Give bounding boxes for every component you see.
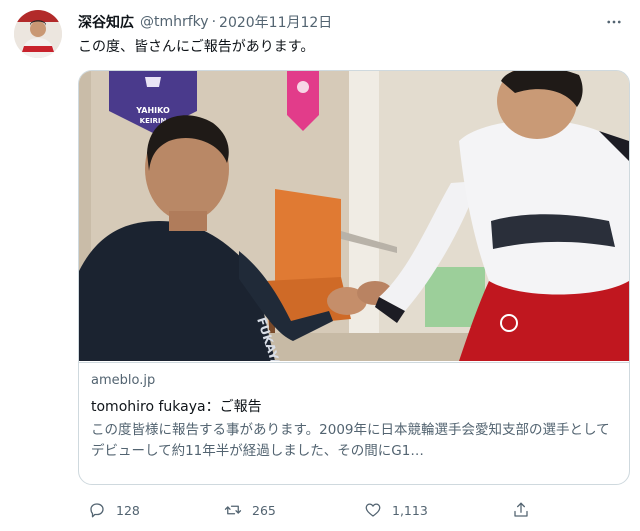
user-handle[interactable]: @tmhrfky [140,14,209,30]
share-button[interactable] [512,499,540,521]
card-domain: ameblo.jp [91,373,156,388]
link-card[interactable]: YAHIKO KEIRIN FUKAYA ameblo.jp tomohiro … [78,70,630,485]
tweet-actions: 128 265 1,113 [78,499,630,521]
card-image[interactable]: YAHIKO KEIRIN FUKAYA [79,71,629,361]
avatar-image [14,10,62,58]
card-photo: YAHIKO KEIRIN FUKAYA [79,71,629,361]
retweet-button[interactable]: 265 [224,499,276,521]
separator-dot: · [211,14,217,30]
like-button[interactable]: 1,113 [364,499,428,521]
heart-icon [365,503,381,517]
reply-button[interactable]: 128 [88,499,140,521]
like-count: 1,113 [392,502,428,518]
tweet-text: この度、皆さんにご報告があります。 [78,39,315,55]
display-name[interactable]: 深谷知広 [78,12,134,32]
card-info[interactable]: ameblo.jp tomohiro fukaya：ご報告 この度皆様に報告する… [79,362,629,484]
reply-count: 128 [116,502,140,518]
retweet-icon [224,505,242,515]
tweet[interactable]: 深谷知広 @tmhrfky · 2020年11月12日 この度、皆さんにご報告が… [0,0,640,531]
tweet-date[interactable]: 2020年11月12日 [219,12,332,32]
reply-icon [90,503,104,518]
card-title: tomohiro fukaya：ご報告 [91,399,262,415]
retweet-count: 265 [252,502,276,518]
banner-left-line1: YAHIKO [135,106,170,115]
tweet-header: 深谷知広 @tmhrfky · 2020年11月12日 [78,12,332,32]
card-description: この度皆様に報告する事があります。2009年に日本競輪選手会愛知支部の選手として… [91,422,610,459]
more-dots-icon [607,20,621,24]
share-icon [514,502,528,517]
avatar[interactable] [14,10,62,58]
more-button[interactable] [602,10,626,34]
